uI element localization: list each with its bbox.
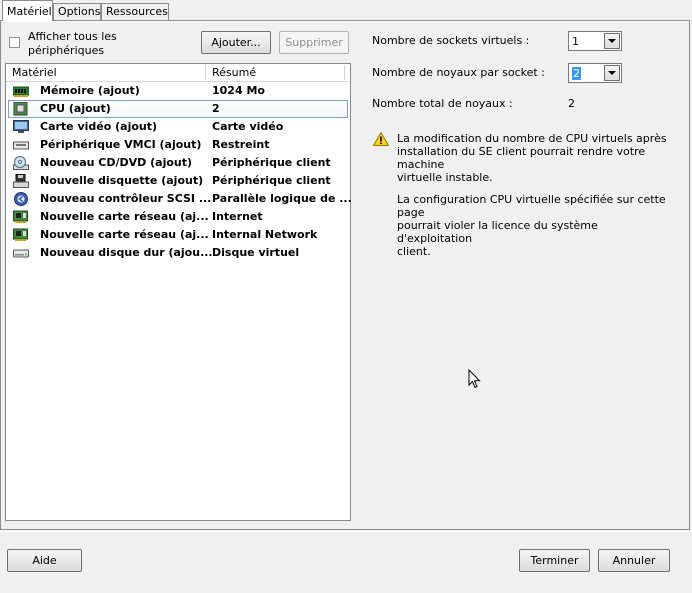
- hardware-list-header: Matériel Résumé: [6, 64, 350, 82]
- hardware-row-cd-dvd[interactable]: Nouveau CD/DVD (ajout) Périphérique clie…: [8, 154, 348, 172]
- hardware-summary: Restreint: [212, 138, 270, 151]
- hardware-row-vmci[interactable]: Périphérique VMCI (ajout) Restreint: [8, 136, 348, 154]
- hardware-name: Nouvelle carte réseau (aj...: [40, 210, 209, 223]
- hardware-summary: Carte vidéo: [212, 120, 284, 133]
- show-all-devices-checkbox[interactable]: [9, 37, 20, 48]
- hardware-summary: Internal Network: [212, 228, 318, 241]
- cd-dvd-icon: [13, 156, 29, 170]
- mouse-cursor-icon: [468, 369, 481, 389]
- vmci-icon: [13, 141, 29, 150]
- chevron-down-icon[interactable]: [604, 65, 620, 81]
- tab-options[interactable]: Options: [53, 3, 101, 20]
- hardware-name: Nouveau CD/DVD (ajout): [40, 156, 193, 169]
- tab-hardware[interactable]: Matériel: [2, 0, 53, 21]
- virtual-sockets-label: Nombre de sockets virtuels :: [372, 34, 530, 47]
- network-card-icon: [13, 228, 28, 241]
- hardware-summary: Internet: [212, 210, 263, 223]
- hardware-name: Périphérique VMCI (ajout): [40, 138, 202, 151]
- column-summary[interactable]: Résumé: [212, 65, 256, 80]
- finish-button[interactable]: Terminer: [519, 549, 590, 572]
- hardware-name: Nouveau disque dur (ajou...: [40, 246, 213, 259]
- cancel-button[interactable]: Annuler: [598, 549, 670, 572]
- hardware-name: Nouvelle carte réseau (aj...: [40, 228, 209, 241]
- cores-per-socket-label: Nombre de noyaux par socket :: [372, 66, 545, 79]
- hardware-name: Nouvelle disquette (ajout): [40, 174, 204, 187]
- hardware-name: Nouveau contrôleur SCSI ...: [40, 192, 212, 205]
- scsi-controller-icon: [14, 192, 28, 206]
- column-hardware[interactable]: Matériel: [12, 65, 57, 80]
- hardware-name: Mémoire (ajout): [40, 84, 140, 97]
- hardware-row-network-card-1[interactable]: Nouvelle carte réseau (aj... Internet: [8, 208, 348, 226]
- hardware-row-memory[interactable]: Mémoire (ajout) 1024 Mo: [8, 82, 348, 100]
- tab-resources[interactable]: Ressources: [101, 3, 169, 20]
- hardware-name: CPU (ajout): [40, 102, 111, 115]
- monitor-icon: [13, 120, 29, 133]
- hardware-name: Carte vidéo (ajout): [40, 120, 158, 133]
- memory-icon: [13, 86, 29, 97]
- total-cores-value: 2: [568, 97, 575, 110]
- cores-per-socket-value: 2: [572, 67, 581, 80]
- hardware-row-cpu[interactable]: CPU (ajout) 2: [8, 100, 348, 118]
- cpu-change-warning-text: La modification du nombre de CPU virtuel…: [397, 132, 667, 184]
- virtual-sockets-value: 1: [572, 35, 579, 48]
- warning-icon: [373, 132, 389, 146]
- network-card-icon: [13, 210, 28, 223]
- hardware-row-hard-disk[interactable]: Nouveau disque dur (ajou... Disque virtu…: [8, 244, 348, 262]
- hardware-row-video-card[interactable]: Carte vidéo (ajout) Carte vidéo: [8, 118, 348, 136]
- license-warning-text: La configuration CPU virtuelle spécifiée…: [397, 193, 666, 258]
- hardware-row-floppy[interactable]: Nouvelle disquette (ajout) Périphérique …: [8, 172, 348, 190]
- hardware-summary: Parallèle logique de ...: [212, 192, 352, 205]
- show-all-devices-label: Afficher tous les périphériques: [28, 30, 117, 57]
- hardware-summary: Périphérique client: [212, 156, 331, 169]
- cores-per-socket-select[interactable]: 2: [568, 63, 622, 83]
- hardware-row-network-card-2[interactable]: Nouvelle carte réseau (aj... Internal Ne…: [8, 226, 348, 244]
- hardware-summary: Disque virtuel: [212, 246, 300, 259]
- hardware-list[interactable]: Matériel Résumé Mémoire (ajout) 1024 Mo …: [5, 63, 352, 521]
- chevron-down-icon[interactable]: [604, 33, 620, 49]
- hardware-summary: 1024 Mo: [212, 84, 265, 97]
- remove-button[interactable]: Supprimer: [279, 31, 349, 54]
- virtual-sockets-select[interactable]: 1: [568, 31, 622, 51]
- total-cores-label: Nombre total de noyaux :: [372, 97, 513, 110]
- help-button[interactable]: Aide: [7, 549, 82, 572]
- hardware-summary: Périphérique client: [212, 174, 331, 187]
- floppy-icon: [13, 174, 29, 188]
- hardware-row-scsi-controller[interactable]: Nouveau contrôleur SCSI ... Parallèle lo…: [8, 190, 352, 208]
- hard-disk-icon: [13, 249, 29, 258]
- add-button[interactable]: Ajouter...: [201, 31, 271, 54]
- cpu-icon: [13, 102, 28, 116]
- hardware-summary: 2: [212, 102, 220, 115]
